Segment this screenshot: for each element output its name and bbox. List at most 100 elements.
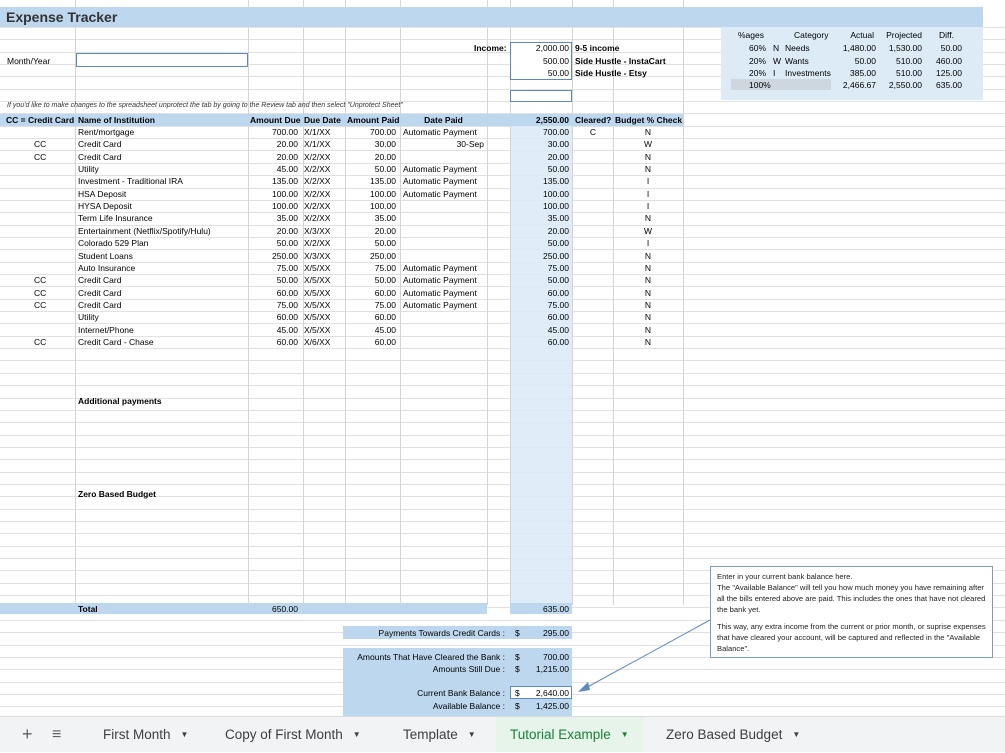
cell-date-paid[interactable]: Automatic Payment bbox=[403, 126, 484, 138]
cell-date-paid[interactable]: Automatic Payment bbox=[403, 163, 484, 175]
cell-amount-due[interactable]: 20.00 bbox=[248, 151, 298, 163]
cell-budget-check[interactable]: N bbox=[613, 250, 683, 262]
cell-amount-due[interactable]: 50.00 bbox=[248, 237, 298, 249]
cell-running-balance[interactable]: 20.00 bbox=[510, 151, 569, 163]
cell-amount-due[interactable]: 100.00 bbox=[248, 200, 298, 212]
cell-due-date[interactable]: X/2/XX bbox=[304, 151, 344, 163]
cell-amount-due[interactable]: 50.00 bbox=[248, 274, 298, 286]
cell-amount-paid[interactable]: 250.00 bbox=[345, 250, 396, 262]
cell-running-balance[interactable]: 700.00 bbox=[510, 126, 569, 138]
cell-running-balance[interactable]: 60.00 bbox=[510, 287, 569, 299]
cell-amount-paid[interactable]: 75.00 bbox=[345, 262, 396, 274]
cell-due-date[interactable]: X/3/XX bbox=[304, 250, 344, 262]
cell-due-date[interactable]: X/5/XX bbox=[304, 311, 344, 323]
cell-due-date[interactable]: X/2/XX bbox=[304, 237, 344, 249]
cell-amount-due[interactable]: 45.00 bbox=[248, 324, 298, 336]
cell-budget-check[interactable]: N bbox=[613, 324, 683, 336]
cell-budget-check[interactable]: N bbox=[613, 274, 683, 286]
cell-institution[interactable]: Investment - Traditional IRA bbox=[78, 175, 246, 187]
cell-amount-due[interactable]: 35.00 bbox=[248, 212, 298, 224]
cell-due-date[interactable]: X/3/XX bbox=[304, 225, 344, 237]
cell-amount-due[interactable]: 700.00 bbox=[248, 126, 298, 138]
cell-due-date[interactable]: X/2/XX bbox=[304, 175, 344, 187]
cell-due-date[interactable]: X/5/XX bbox=[304, 324, 344, 336]
cell-institution[interactable]: HYSA Deposit bbox=[78, 200, 246, 212]
cell-institution[interactable]: Credit Card bbox=[78, 138, 246, 150]
cell-due-date[interactable]: X/5/XX bbox=[304, 262, 344, 274]
cell-running-balance[interactable]: 135.00 bbox=[510, 175, 569, 187]
cell-amount-paid[interactable]: 20.00 bbox=[345, 225, 396, 237]
cell-amount-paid[interactable]: 700.00 bbox=[345, 126, 396, 138]
cell-running-balance[interactable]: 50.00 bbox=[510, 237, 569, 249]
cell-due-date[interactable]: X/2/XX bbox=[304, 188, 344, 200]
cell-cc[interactable]: CC bbox=[34, 151, 64, 163]
cell-budget-check[interactable]: N bbox=[613, 287, 683, 299]
cell-budget-check[interactable]: I bbox=[613, 188, 683, 200]
cell-cc[interactable]: CC bbox=[34, 287, 64, 299]
cell-amount-due[interactable]: 60.00 bbox=[248, 311, 298, 323]
cell-running-balance[interactable]: 50.00 bbox=[510, 274, 569, 286]
cell-amount-paid[interactable]: 30.00 bbox=[345, 138, 396, 150]
cell-due-date[interactable]: X/5/XX bbox=[304, 274, 344, 286]
all-sheets-menu-icon[interactable]: ≡ bbox=[52, 725, 61, 745]
cell-due-date[interactable]: X/2/XX bbox=[304, 212, 344, 224]
cell-date-paid[interactable]: Automatic Payment bbox=[403, 175, 484, 187]
cell-budget-check[interactable]: W bbox=[613, 225, 683, 237]
cell-institution[interactable]: Student Loans bbox=[78, 250, 246, 262]
cell-amount-paid[interactable]: 75.00 bbox=[345, 299, 396, 311]
tab-zero-based-budget[interactable]: Zero Based Budget ▼ bbox=[652, 717, 814, 752]
cell-amount-due[interactable]: 60.00 bbox=[248, 287, 298, 299]
cell-date-paid[interactable]: Automatic Payment bbox=[403, 299, 484, 311]
cell-institution[interactable]: Credit Card bbox=[78, 287, 246, 299]
cell-budget-check[interactable]: N bbox=[613, 262, 683, 274]
cell-date-paid[interactable]: Automatic Payment bbox=[403, 287, 484, 299]
tab-tutorial-example[interactable]: Tutorial Example ▼ bbox=[496, 717, 643, 752]
tab-first-month[interactable]: First Month ▼ bbox=[89, 717, 202, 752]
cell-budget-check[interactable]: N bbox=[613, 311, 683, 323]
cell-running-balance[interactable]: 60.00 bbox=[510, 336, 569, 348]
cell-institution[interactable]: Credit Card bbox=[78, 151, 246, 163]
cell-amount-due[interactable]: 60.00 bbox=[248, 336, 298, 348]
cell-institution[interactable]: Credit Card - Chase bbox=[78, 336, 246, 348]
cell-cc[interactable]: CC bbox=[34, 299, 64, 311]
cell-amount-due[interactable]: 100.00 bbox=[248, 188, 298, 200]
cell-budget-check[interactable]: N bbox=[613, 336, 683, 348]
cell-institution[interactable]: Credit Card bbox=[78, 274, 246, 286]
cell-due-date[interactable]: X/1/XX bbox=[304, 126, 344, 138]
cell-running-balance[interactable]: 100.00 bbox=[510, 188, 569, 200]
cell-amount-paid[interactable]: 60.00 bbox=[345, 311, 396, 323]
cell-budget-check[interactable]: I bbox=[613, 175, 683, 187]
cell-cc[interactable]: CC bbox=[34, 138, 64, 150]
cell-institution[interactable]: Auto Insurance bbox=[78, 262, 246, 274]
cell-institution[interactable]: Utility bbox=[78, 163, 246, 175]
cell-running-balance[interactable]: 100.00 bbox=[510, 200, 569, 212]
cell-running-balance[interactable]: 35.00 bbox=[510, 212, 569, 224]
cell-amount-due[interactable]: 20.00 bbox=[248, 138, 298, 150]
cell-cleared[interactable]: C bbox=[573, 126, 613, 138]
cell-amount-paid[interactable]: 100.00 bbox=[345, 200, 396, 212]
cell-amount-due[interactable]: 75.00 bbox=[248, 299, 298, 311]
cell-running-balance[interactable]: 75.00 bbox=[510, 299, 569, 311]
cell-due-date[interactable]: X/2/XX bbox=[304, 163, 344, 175]
cell-due-date[interactable]: X/2/XX bbox=[304, 200, 344, 212]
cell-institution[interactable]: Utility bbox=[78, 311, 246, 323]
cell-running-balance[interactable]: 30.00 bbox=[510, 138, 569, 150]
cell-budget-check[interactable]: I bbox=[613, 237, 683, 249]
cell-running-balance[interactable]: 50.00 bbox=[510, 163, 569, 175]
cell-running-balance[interactable]: 60.00 bbox=[510, 311, 569, 323]
cell-due-date[interactable]: X/5/XX bbox=[304, 287, 344, 299]
cell-amount-paid[interactable]: 35.00 bbox=[345, 212, 396, 224]
cell-amount-paid[interactable]: 50.00 bbox=[345, 163, 396, 175]
cell-running-balance[interactable]: 20.00 bbox=[510, 225, 569, 237]
cell-amount-due[interactable]: 75.00 bbox=[248, 262, 298, 274]
cell-amount-paid[interactable]: 45.00 bbox=[345, 324, 396, 336]
cell-due-date[interactable]: X/1/XX bbox=[304, 138, 344, 150]
cell-amount-paid[interactable]: 60.00 bbox=[345, 287, 396, 299]
cell-institution[interactable]: Entertainment (Netflix/Spotify/Hulu) bbox=[78, 225, 246, 237]
cell-amount-due[interactable]: 45.00 bbox=[248, 163, 298, 175]
cell-amount-paid[interactable]: 50.00 bbox=[345, 274, 396, 286]
income-spacer-cell[interactable] bbox=[510, 90, 572, 102]
cell-due-date[interactable]: X/6/XX bbox=[304, 336, 344, 348]
cell-institution[interactable]: Term Life Insurance bbox=[78, 212, 246, 224]
cell-date-paid[interactable]: Automatic Payment bbox=[403, 188, 484, 200]
